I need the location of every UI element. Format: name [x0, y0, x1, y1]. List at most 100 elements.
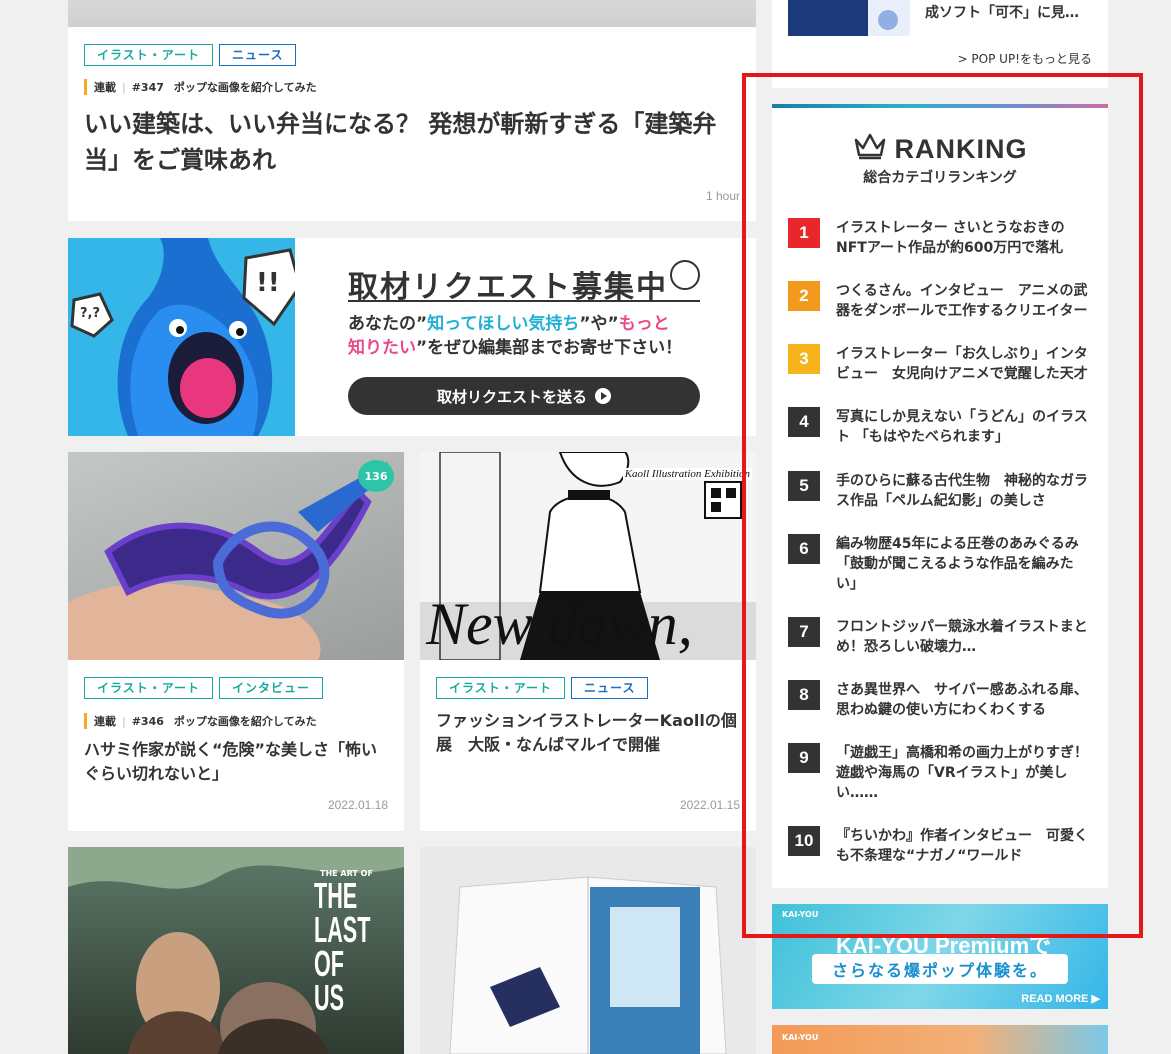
- ranking-item[interactable]: 3 イラストレーター「お久しぶり」インタビュー 女児向けアニメで覚醒した天才: [788, 344, 1092, 384]
- rank-number-badge: 3: [788, 344, 820, 374]
- bubble-mark: !!: [256, 268, 280, 298]
- tag-news[interactable]: ニュース: [571, 677, 649, 699]
- article-thumbnail[interactable]: [68, 0, 756, 27]
- banner-divider: [348, 300, 700, 302]
- ranking-item[interactable]: 6 編み物歴45年による圧巻のあみぐるみ 「鼓動が聞こえるような作品を編みたい」: [788, 534, 1093, 594]
- rank-number-badge: 7: [788, 617, 820, 647]
- kai-you-logo: KAI-YOU: [782, 910, 819, 919]
- crown-icon: [853, 132, 887, 167]
- banner-body: あなたの”知ってほしい気持ち”や”もっと 知りたい”をぜひ編集部までお寄せ下さい…: [348, 312, 708, 360]
- image-label: Kaoll Illustration Exhibition: [622, 468, 752, 480]
- magnifier-icon: [670, 260, 700, 290]
- article-thumbnail[interactable]: [420, 847, 756, 1054]
- tag-interview[interactable]: インタビュー: [219, 677, 324, 699]
- article-thumbnail[interactable]: Kaoll Illustration Exhibition New dawn,: [420, 452, 756, 660]
- serial-divider: |: [122, 714, 126, 728]
- rank-number-badge: 9: [788, 743, 820, 773]
- premium-ad-tagline: さらなる爆ポップ体験を。: [812, 954, 1068, 984]
- article-title[interactable]: いい建築は、いい弁当になる？ 発想が斬新すぎる「建築弁当」をご賞味あれ: [84, 106, 724, 178]
- article-title[interactable]: ファッションイラストレーターKaollの個展 大阪・なんばマルイで開催: [436, 709, 742, 757]
- ranking-item[interactable]: 10 『ちいかわ』作者インタビュー 可愛くも不条理な“ナガノ“ワールド: [788, 826, 1092, 866]
- rank-number-badge: 6: [788, 534, 820, 564]
- popup-thumbnail[interactable]: [788, 0, 910, 36]
- serial-divider: |: [122, 80, 126, 94]
- play-icon: [595, 388, 611, 404]
- ranking-topbar: [772, 104, 1108, 108]
- banner-character-image: !! ?,?: [68, 238, 295, 436]
- kai-you-ad-banner[interactable]: KAI-YOU: [772, 1025, 1108, 1054]
- rank-number-badge: 8: [788, 680, 820, 710]
- rank-number-badge: 4: [788, 407, 820, 437]
- tag-illust-art[interactable]: イラスト・アート: [84, 677, 214, 699]
- comment-count-badge[interactable]: 136: [358, 460, 394, 492]
- ranking-item-title[interactable]: 編み物歴45年による圧巻のあみぐるみ 「鼓動が聞こえるような作品を編みたい」: [836, 534, 1093, 594]
- rank-number-badge: 10: [788, 826, 820, 856]
- banner-text: ”をぜひ編集部までお寄せ下さい！: [416, 338, 683, 358]
- serial-label[interactable]: 連載 | #347 ポップな画像を紹介してみた: [84, 79, 317, 95]
- ranking-header: RANKING 総合カテゴリランキング: [772, 132, 1108, 187]
- tag-illust-art[interactable]: イラスト・アート: [84, 44, 214, 66]
- banner-text: あなたの”: [348, 314, 428, 334]
- serial-name: ポップな画像を紹介してみた: [173, 81, 317, 94]
- ranking-subtitle: 総合カテゴリランキング: [863, 170, 1017, 186]
- article-date: 2022.01.15: [679, 798, 740, 812]
- article-card[interactable]: THE ART OF THE LAST OF US: [68, 847, 404, 1054]
- ranking-item[interactable]: 2 つくるさん。インタビュー アニメの武器をダンボールで工作するクリエイター: [788, 281, 1092, 321]
- serial-number: #346: [131, 714, 164, 728]
- ranking-item[interactable]: 9 「遊戯王」高橋和希の画力上がりすぎ！遊戯や海馬の「VRイラスト」が美しい……: [788, 743, 1092, 803]
- small-bubble-mark: ?,?: [80, 306, 101, 321]
- popup-title[interactable]: 成ソフト「可不」に見…: [925, 2, 1079, 22]
- banner-text-highlight: 知りたい: [348, 338, 416, 358]
- ranking-item[interactable]: 1 イラストレーター さいとうなおきのNFTアート作品が約600万円で落札: [788, 218, 1092, 258]
- ranking-item-title[interactable]: 手のひらに蘇る古代生物 神秘的なガラス作品「ペルム紀幻影」の美しさ: [836, 471, 1092, 511]
- article-title[interactable]: ハサミ作家が説く“危険”な美しさ「怖いぐらい切れないと」: [84, 738, 390, 786]
- ranking-item-title[interactable]: イラストレーター「お久しぶり」インタビュー 女児向けアニメで覚醒した天才: [836, 344, 1092, 384]
- article-thumbnail[interactable]: 136: [68, 452, 404, 660]
- serial-name: ポップな画像を紹介してみた: [173, 715, 317, 728]
- popup-more-link[interactable]: > POP UP!をもっと見る: [958, 50, 1092, 67]
- ranking-panel: RANKING 総合カテゴリランキング 1 イラストレーター さいとうなおきのNF…: [772, 104, 1108, 888]
- tag-list: イラスト・アート インタビュー: [84, 677, 324, 699]
- tag-list: イラスト・アート ニュース: [84, 44, 297, 66]
- image-caption: New dawn,: [426, 591, 693, 657]
- tag-illust-art[interactable]: イラスト・アート: [436, 677, 566, 699]
- article-date: 1 hour: [705, 189, 740, 203]
- article-card[interactable]: Kaoll Illustration Exhibition New dawn, …: [420, 452, 756, 831]
- ranking-item[interactable]: 8 さあ異世界へ サイバー感あふれる扉、思わぬ鍵の使い方にわくわくする: [788, 680, 1092, 720]
- ranking-item[interactable]: 7 フロントジッパー競泳水着イラストまとめ！恐ろしい破壊力…: [788, 617, 1092, 657]
- ranking-item-title[interactable]: 『ちいかわ』作者インタビュー 可愛くも不条理な“ナガノ“ワールド: [836, 826, 1092, 866]
- image-caption: THE LAST OF US: [314, 875, 371, 1018]
- send-request-label: 取材リクエストを送る: [436, 387, 587, 406]
- rank-number-badge: 1: [788, 218, 820, 248]
- ranking-item-title[interactable]: さあ異世界へ サイバー感あふれる扉、思わぬ鍵の使い方にわくわくする: [836, 680, 1092, 720]
- article-card[interactable]: 136 イラスト・アート インタビュー 連載 | #346 ポップな画像を紹介し…: [68, 452, 404, 831]
- popup-card[interactable]: 成ソフト「可不」に見… > POP UP!をもっと見る: [772, 0, 1108, 88]
- send-request-button[interactable]: 取材リクエストを送る: [348, 377, 700, 415]
- ranking-item-title[interactable]: 「遊戯王」高橋和希の画力上がりすぎ！遊戯や海馬の「VRイラスト」が美しい……: [836, 743, 1092, 803]
- article-date: 2022.01.18: [327, 798, 388, 812]
- banner-text-highlight: 知ってほしい気持ち: [427, 314, 580, 334]
- ranking-item-title[interactable]: 写真にしか見えない「うどん」のイラスト 「もはやたべられます」: [836, 407, 1092, 447]
- request-banner[interactable]: !! ?,? 取材リクエスト募集中 あなたの”知ってほしい気持ち”や”もっと 知…: [68, 238, 756, 436]
- banner-text-highlight: もっと: [618, 314, 670, 334]
- ranking-item-title[interactable]: つくるさん。インタビュー アニメの武器をダンボールで工作するクリエイター: [836, 281, 1092, 321]
- read-more-button[interactable]: READ MORE ▶: [1021, 992, 1100, 1005]
- serial-label[interactable]: 連載 | #346 ポップな画像を紹介してみた: [84, 713, 317, 729]
- ranking-item[interactable]: 5 手のひらに蘇る古代生物 神秘的なガラス作品「ペルム紀幻影」の美しさ: [788, 471, 1092, 511]
- banner-text: ”や”: [579, 314, 619, 334]
- kai-you-logo: KAI-YOU: [782, 1033, 819, 1042]
- tag-news[interactable]: ニュース: [219, 44, 297, 66]
- serial-type: 連載: [94, 81, 116, 94]
- rank-number-badge: 5: [788, 471, 820, 501]
- article-card-top[interactable]: イラスト・アート ニュース 連載 | #347 ポップな画像を紹介してみた いい…: [68, 0, 756, 221]
- serial-number: #347: [131, 80, 164, 94]
- ranking-item-title[interactable]: イラストレーター さいとうなおきのNFTアート作品が約600万円で落札: [836, 218, 1092, 258]
- tag-list: イラスト・アート ニュース: [436, 677, 649, 699]
- rank-number-badge: 2: [788, 281, 820, 311]
- ranking-item-title[interactable]: フロントジッパー競泳水着イラストまとめ！恐ろしい破壊力…: [836, 617, 1092, 657]
- premium-ad-banner[interactable]: KAI-YOU KAI-YOU Premiumで さらなる爆ポップ体験を。 RE…: [772, 904, 1108, 1009]
- ranking-title: RANKING: [894, 134, 1028, 164]
- article-card[interactable]: [420, 847, 756, 1054]
- article-thumbnail[interactable]: THE ART OF THE LAST OF US: [68, 847, 404, 1054]
- ranking-item[interactable]: 4 写真にしか見えない「うどん」のイラスト 「もはやたべられます」: [788, 407, 1092, 447]
